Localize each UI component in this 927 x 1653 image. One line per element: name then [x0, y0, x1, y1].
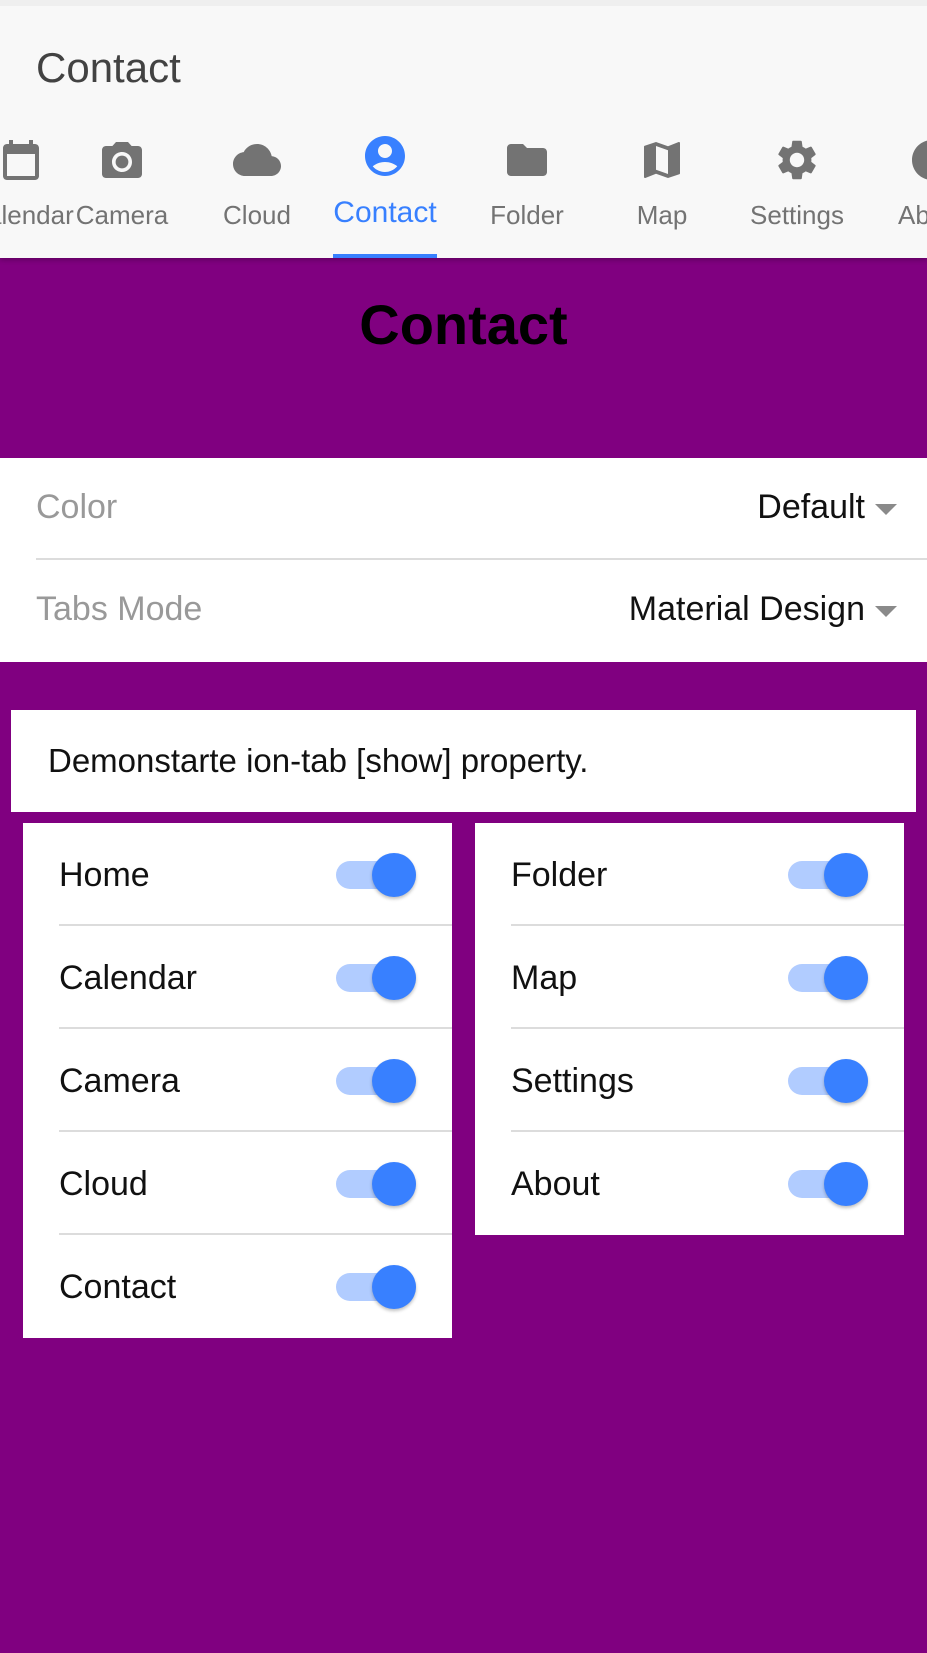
toggle-knob: [824, 1059, 868, 1103]
tab-visibility-list-left: Home Calendar Camera Cloud Contact: [23, 823, 452, 1338]
tab-folder[interactable]: Folder: [460, 118, 594, 258]
folder-icon: [503, 136, 551, 184]
color-label: Color: [36, 488, 118, 526]
toggle-item-about: About: [475, 1132, 904, 1235]
cloud-toggle[interactable]: [336, 1162, 416, 1206]
tabs-mode-label: Tabs Mode: [36, 590, 203, 628]
toggle-knob: [372, 956, 416, 1000]
about-icon: [908, 136, 927, 184]
tab-cloud-label: Cloud: [223, 200, 291, 230]
toggle-knob: [372, 1059, 416, 1103]
map-icon: [638, 136, 686, 184]
tab-camera-label: Camera: [75, 200, 169, 230]
toggle-knob: [824, 1162, 868, 1206]
toggle-item-camera: Camera: [23, 1029, 452, 1132]
tab-visibility-list-right: Folder Map Settings About: [475, 823, 904, 1235]
toggle-item-map: Map: [475, 926, 904, 1029]
chevron-down-icon: [875, 504, 897, 515]
toggle-knob: [824, 853, 868, 897]
app-header: Contact Calendar Camera Cloud: [0, 0, 927, 258]
toggle-item-contact: Contact: [23, 1235, 452, 1338]
color-value[interactable]: Default: [757, 488, 865, 527]
toolbar-title: Contact: [36, 44, 181, 91]
toggle-label: About: [511, 1165, 600, 1203]
toggle-label: Camera: [59, 1062, 180, 1100]
camera-toggle[interactable]: [336, 1059, 416, 1103]
cloud-icon: [233, 136, 281, 184]
calendar-toggle[interactable]: [336, 956, 416, 1000]
tab-map-label: Map: [636, 200, 688, 230]
page-title: Contact: [359, 293, 568, 356]
chevron-down-icon: [875, 606, 897, 617]
toggle-item-cloud: Cloud: [23, 1132, 452, 1235]
tab-contact-label: Contact: [333, 196, 437, 229]
tabs-mode-select[interactable]: Tabs Mode Material Design: [0, 560, 927, 662]
toggle-label: Home: [59, 856, 150, 894]
active-tab-indicator: [333, 254, 437, 258]
toggle-knob: [372, 1162, 416, 1206]
toggle-item-settings: Settings: [475, 1029, 904, 1132]
toggle-item-folder: Folder: [475, 823, 904, 926]
toggle-knob: [372, 853, 416, 897]
tab-bar: Calendar Camera Cloud Contact: [0, 118, 927, 258]
tabs-mode-value[interactable]: Material Design: [629, 590, 865, 629]
contact-toggle[interactable]: [336, 1265, 416, 1309]
toggle-item-calendar: Calendar: [23, 926, 452, 1029]
toggle-knob: [824, 956, 868, 1000]
settings-toggle[interactable]: [788, 1059, 868, 1103]
color-select[interactable]: Color Default: [0, 458, 927, 560]
info-text: Demonstarte ion-tab [show] property.: [48, 742, 589, 779]
contact-icon: [361, 132, 409, 180]
status-strip: [0, 0, 927, 6]
tab-camera[interactable]: Camera: [55, 118, 189, 258]
tab-about-label: About: [898, 200, 927, 230]
toggle-label: Cloud: [59, 1165, 148, 1203]
toggle-knob: [372, 1265, 416, 1309]
tab-contact[interactable]: Contact: [325, 118, 445, 258]
map-toggle[interactable]: [788, 956, 868, 1000]
toggle-item-home: Home: [23, 823, 452, 926]
settings-list: Color Default Tabs Mode Material Design: [0, 458, 927, 662]
toggle-label: Contact: [59, 1268, 177, 1306]
calendar-icon: [0, 136, 45, 184]
toggle-label: Map: [511, 959, 578, 997]
home-toggle[interactable]: [336, 853, 416, 897]
tab-folder-label: Folder: [490, 200, 564, 230]
tab-about[interactable]: About: [865, 118, 927, 258]
about-toggle[interactable]: [788, 1162, 868, 1206]
tab-settings[interactable]: Settings: [730, 118, 864, 258]
tab-map[interactable]: Map: [595, 118, 729, 258]
toggle-label: Calendar: [59, 959, 197, 997]
settings-icon: [773, 136, 821, 184]
info-card: Demonstarte ion-tab [show] property.: [11, 710, 916, 812]
folder-toggle[interactable]: [788, 853, 868, 897]
tab-cloud[interactable]: Cloud: [190, 118, 324, 258]
tab-settings-label: Settings: [750, 200, 844, 230]
toggle-label: Settings: [511, 1062, 634, 1100]
camera-icon: [98, 136, 146, 184]
toggle-label: Folder: [511, 856, 608, 894]
